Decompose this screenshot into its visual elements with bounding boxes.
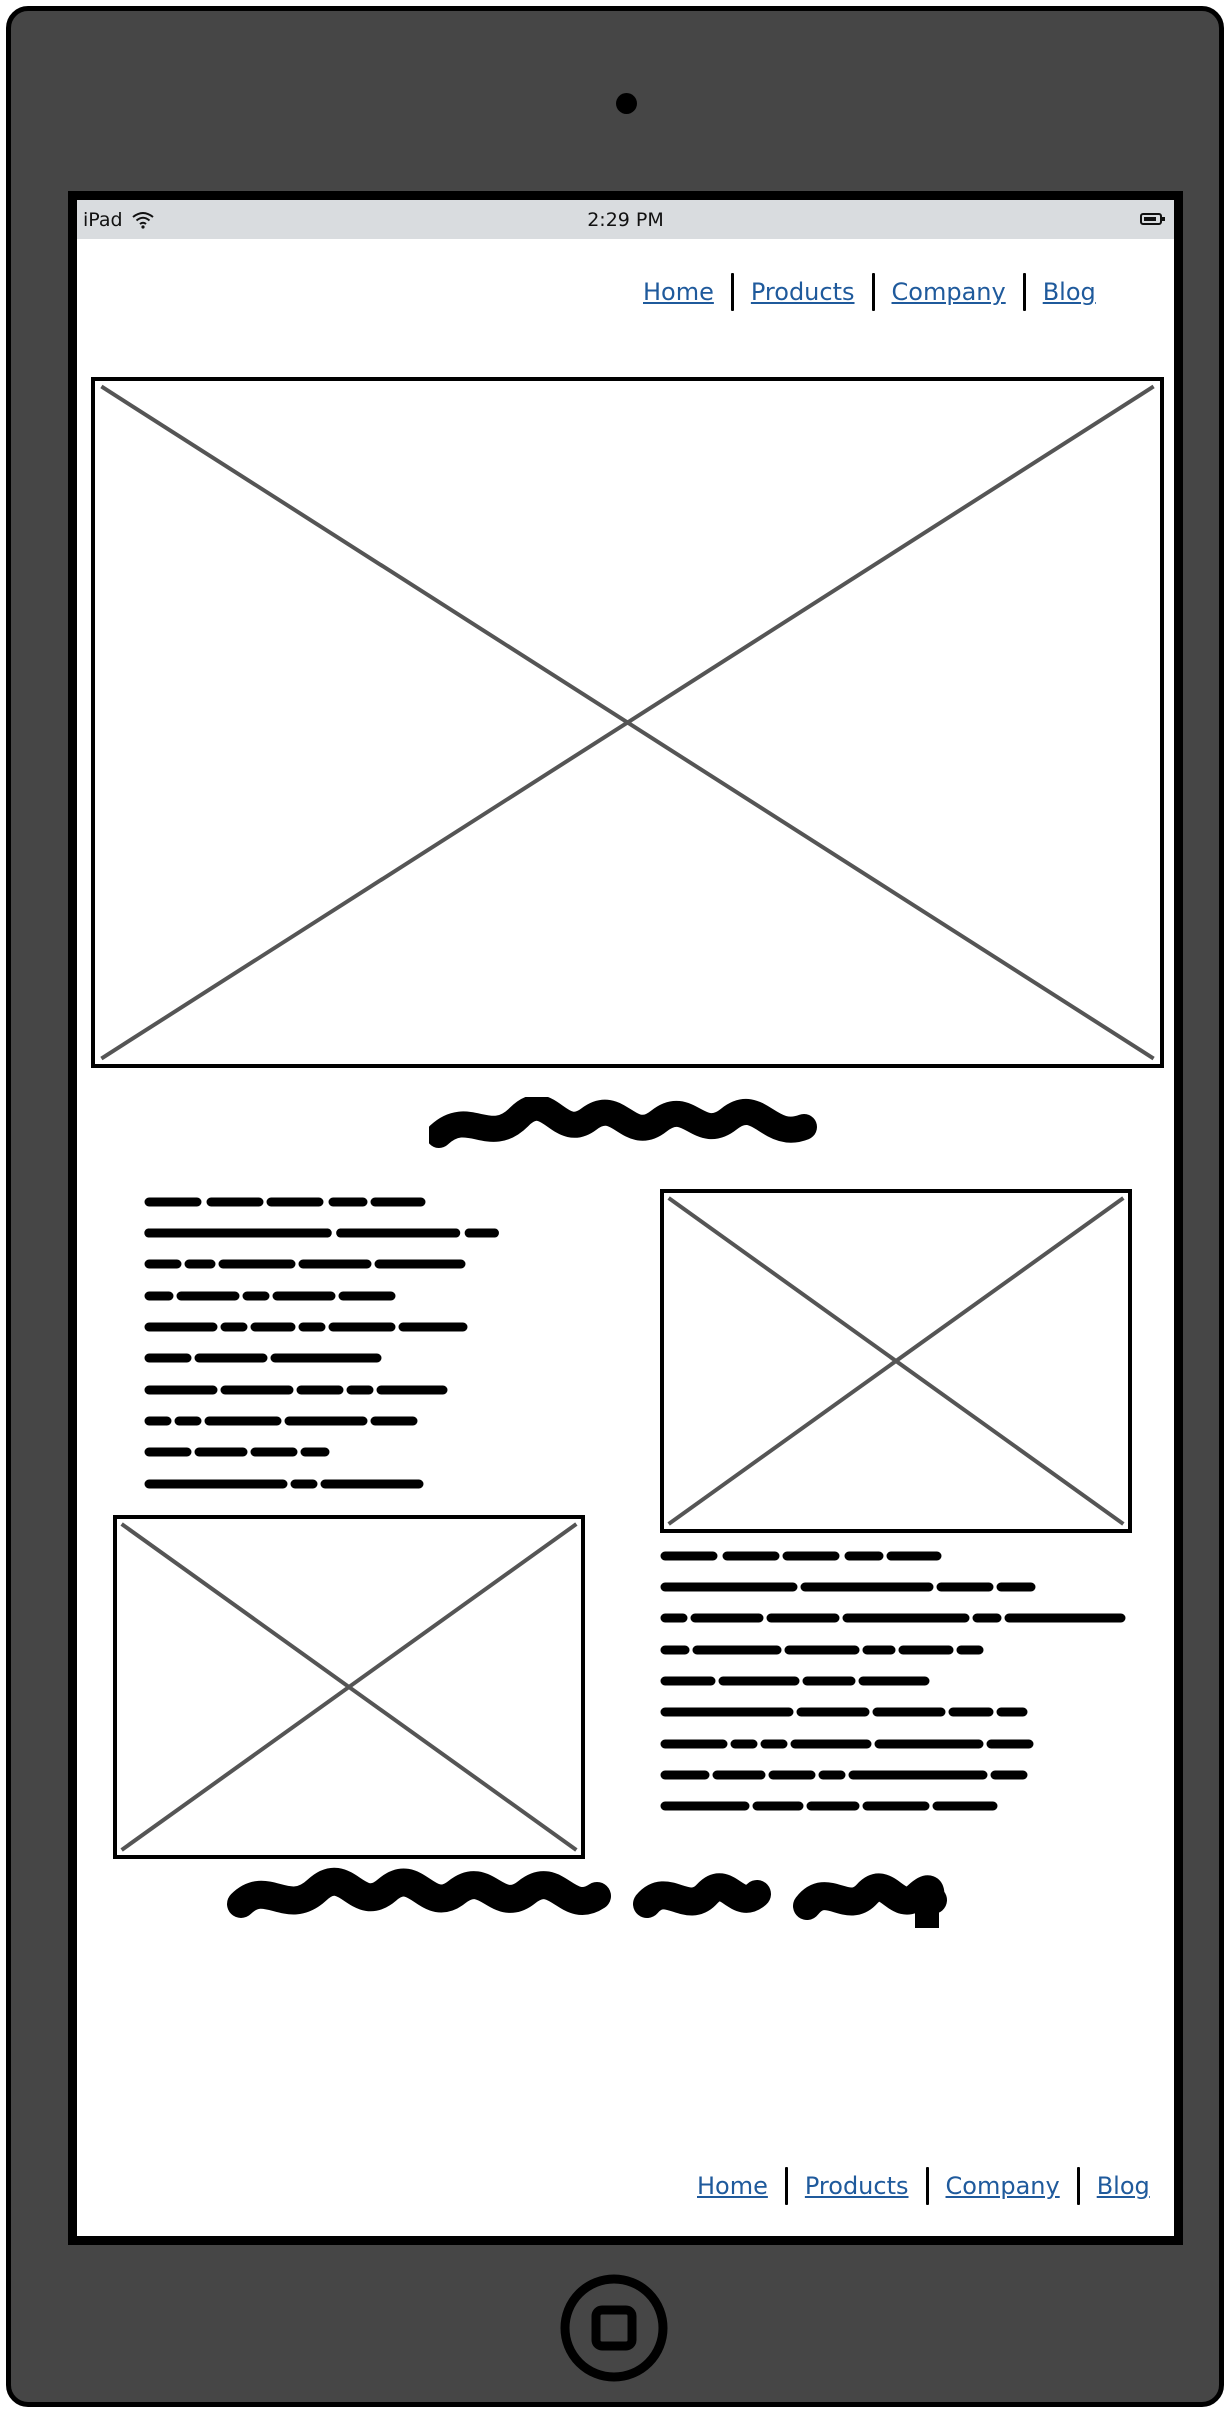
camera-icon xyxy=(616,93,637,114)
footer-home-link[interactable]: Home xyxy=(697,2172,768,2200)
nav-divider xyxy=(784,2167,788,2205)
placeholder-cross-icon xyxy=(664,1193,1128,1529)
nav-divider xyxy=(1076,2167,1080,2205)
status-bar: iPad 2:29 PM xyxy=(77,200,1174,239)
right-paragraph-scribble xyxy=(659,1546,1129,1826)
subheading-scribble xyxy=(429,1097,819,1157)
placeholder-cross-icon xyxy=(95,381,1160,1064)
nav-products-link[interactable]: Products xyxy=(751,278,855,306)
bottom-nav: Home Products Company Blog xyxy=(697,2167,1150,2205)
nav-company-link[interactable]: Company xyxy=(892,278,1006,306)
footer-blog-link[interactable]: Blog xyxy=(1097,2172,1150,2200)
screen: iPad 2:29 PM Home Products Company Blog xyxy=(68,191,1183,2245)
top-nav: Home Products Company Blog xyxy=(643,273,1096,311)
nav-divider xyxy=(730,273,734,311)
battery-icon xyxy=(1140,213,1165,225)
nav-divider xyxy=(1022,273,1026,311)
nav-divider xyxy=(925,2167,929,2205)
footer-company-link[interactable]: Company xyxy=(946,2172,1060,2200)
home-button[interactable] xyxy=(559,2273,669,2383)
left-paragraph-scribble xyxy=(143,1192,543,1492)
footer-products-link[interactable]: Products xyxy=(805,2172,909,2200)
hero-image-placeholder xyxy=(91,377,1164,1068)
status-time: 2:29 PM xyxy=(587,209,664,231)
placeholder-cross-icon xyxy=(117,1519,581,1855)
heading-scribble xyxy=(227,1866,1107,1930)
left-image-placeholder xyxy=(113,1515,585,1859)
ipad-device-frame: iPad 2:29 PM Home Products Company Blog xyxy=(6,6,1224,2407)
nav-home-link[interactable]: Home xyxy=(643,278,714,306)
nav-blog-link[interactable]: Blog xyxy=(1043,278,1096,306)
nav-divider xyxy=(871,273,875,311)
right-image-placeholder xyxy=(660,1189,1132,1533)
